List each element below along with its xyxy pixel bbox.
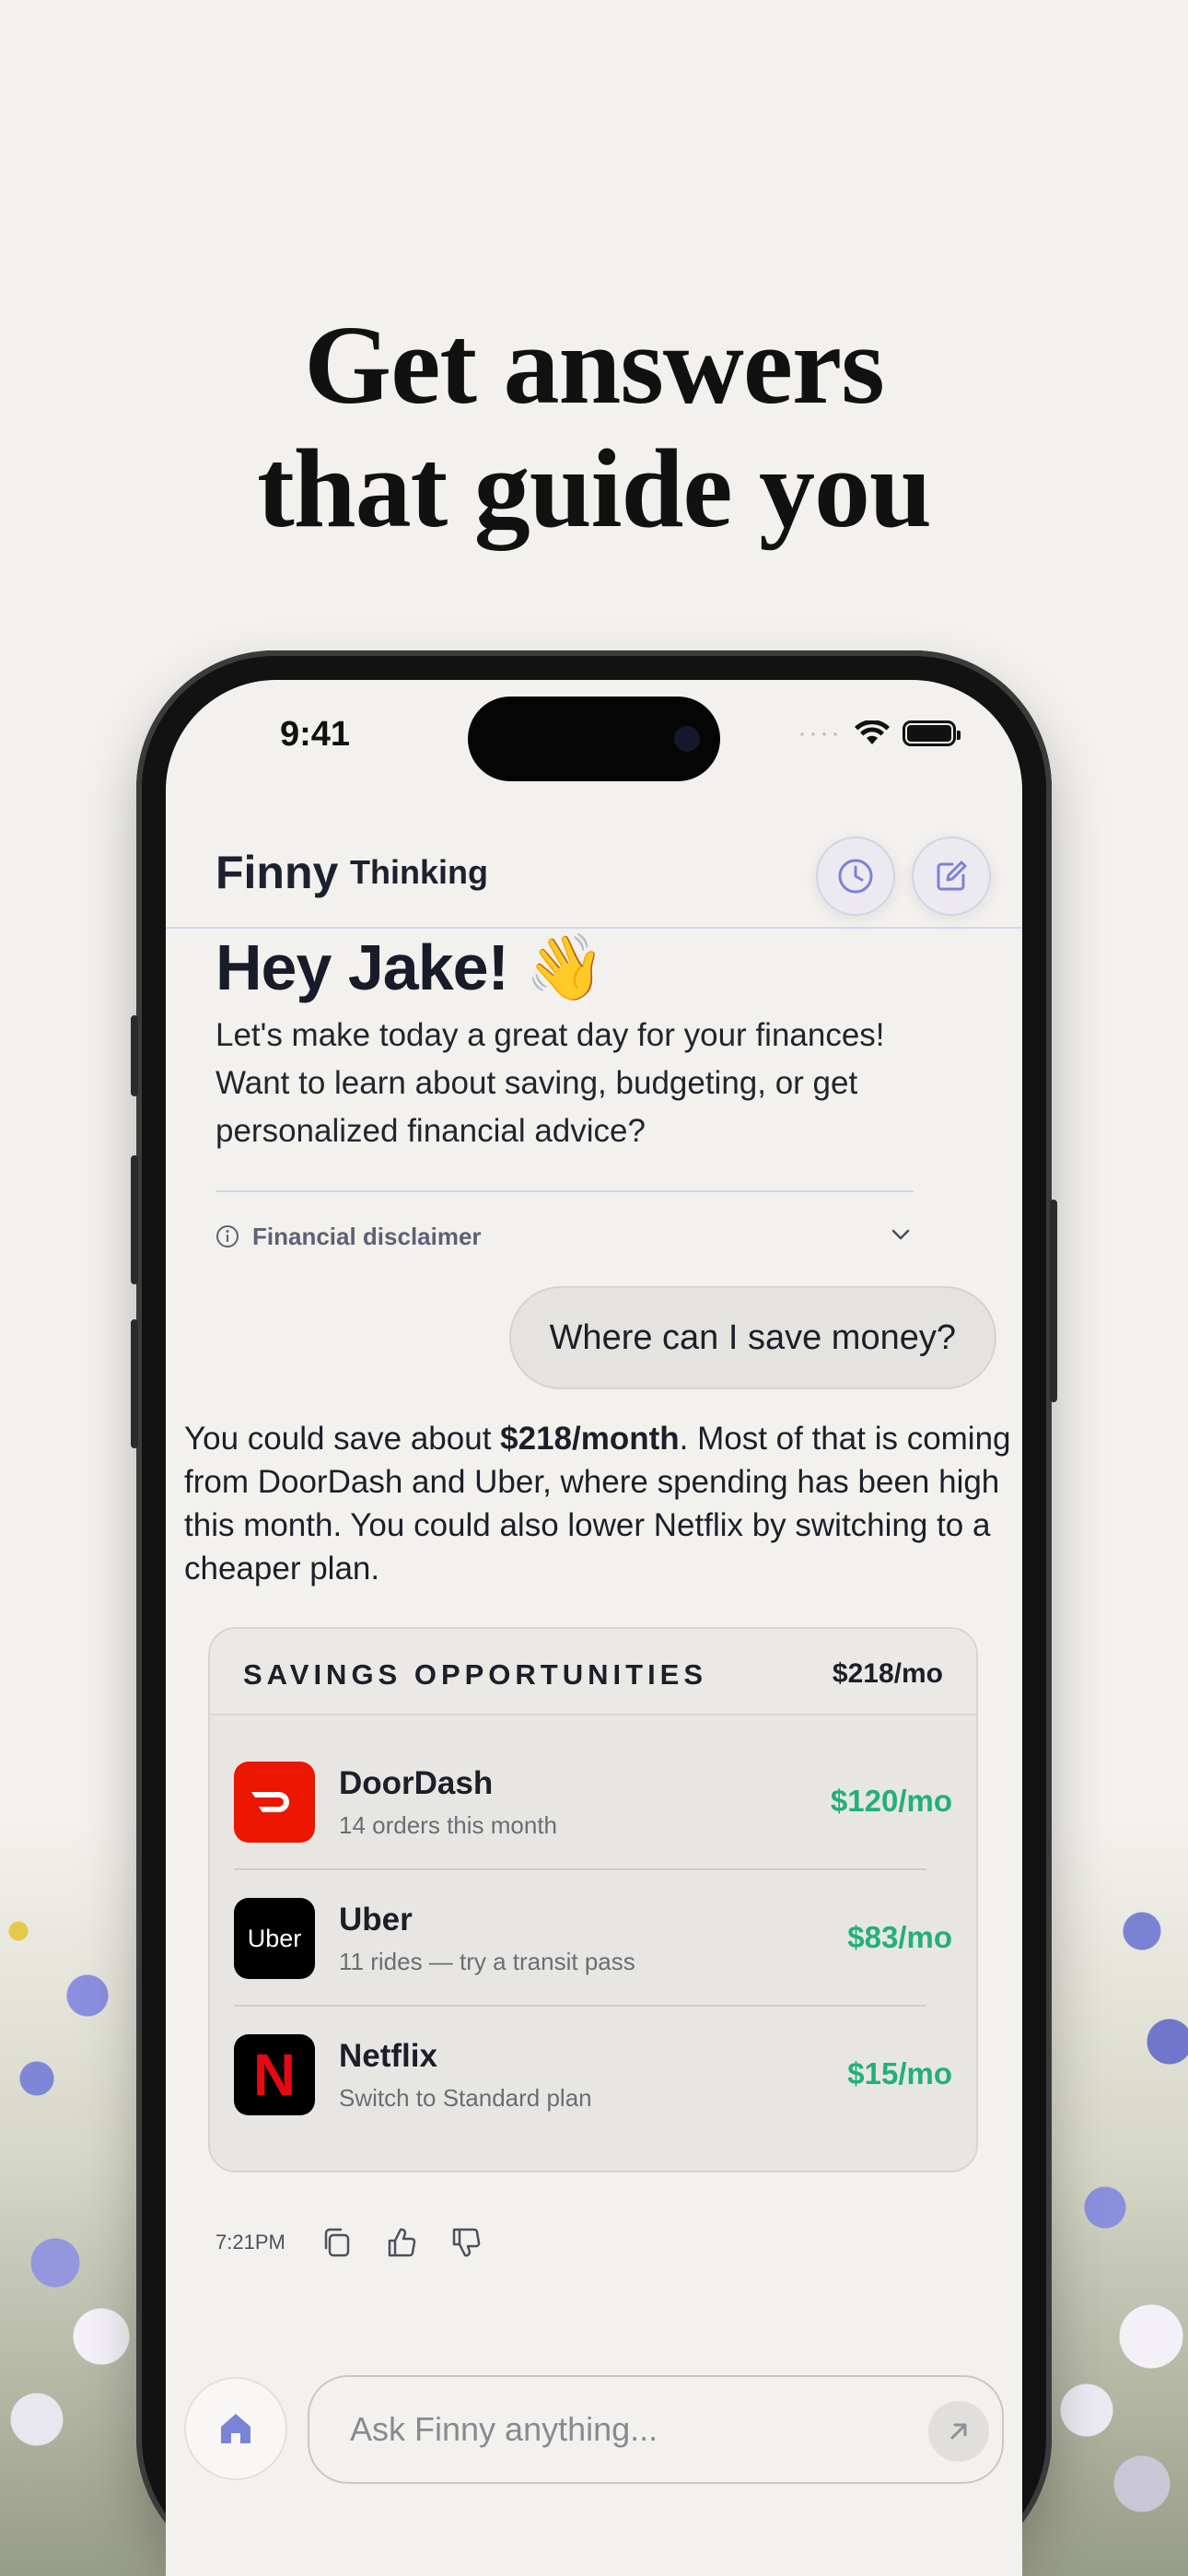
- intro-text: Let's make today a great day for your fi…: [215, 1017, 885, 1149]
- savings-item-name: DoorDash: [339, 1765, 494, 1801]
- savings-item-amount: $15/mo: [847, 2056, 952, 2090]
- thumbs-up-icon[interactable]: [383, 2224, 420, 2261]
- signal-icon: ····: [798, 718, 842, 748]
- savings-item-note: 14 orders this month: [339, 1811, 558, 1839]
- greeting-heading: Hey Jake! 👋: [215, 931, 606, 1003]
- savings-item-name: Uber: [339, 1902, 413, 1938]
- savings-item-note: 11 rides — try a transit pass: [339, 1948, 635, 1975]
- dynamic-island: [468, 697, 720, 781]
- status-time: 9:41: [280, 715, 351, 754]
- chevron-down-icon: [891, 1229, 910, 1240]
- thumbs-down-icon[interactable]: [448, 2224, 484, 2261]
- wifi-icon: [855, 720, 890, 744]
- compose-icon: [937, 861, 967, 891]
- uber-logo: Uber: [234, 1898, 315, 1979]
- savings-item-amount: $83/mo: [847, 1920, 952, 1954]
- financial-disclaimer-toggle[interactable]: Financial disclaimer: [215, 1218, 914, 1255]
- savings-item-name: Netflix: [339, 2038, 437, 2074]
- user-message-bubble: Where can I save money?: [508, 1286, 996, 1389]
- clock-icon: [838, 859, 873, 894]
- volume-down-button: [131, 1319, 138, 1448]
- headline-line-2: that guide you: [257, 427, 932, 551]
- message-composer: [308, 2375, 1004, 2484]
- camera-icon: [674, 726, 700, 752]
- savings-item-note: Switch to Standard plan: [339, 2084, 592, 2112]
- phone-screen: 9:41 ···· Finny Thinking Hey Jake! 👋 Let…: [166, 680, 1022, 2576]
- headline-line-1: Get answers: [304, 303, 884, 427]
- power-button: [1050, 1200, 1057, 1402]
- answer-text-start: You could save about: [184, 1421, 501, 1457]
- phone-frame: 9:41 ···· Finny Thinking Hey Jake! 👋 Let…: [131, 650, 1057, 2576]
- answer-highlight: $218/month: [500, 1421, 680, 1457]
- message-input[interactable]: [350, 2377, 866, 2482]
- home-icon: [221, 2414, 250, 2443]
- action-button: [131, 1015, 138, 1096]
- divider: [215, 1190, 914, 1192]
- savings-item-amount: $120/mo: [830, 1784, 952, 1818]
- savings-card: SAVINGS OPPORTUNITIES $218/mo DoorDash 1…: [208, 1627, 978, 2172]
- disclaimer-label: Financial disclaimer: [252, 1222, 482, 1250]
- new-chat-button[interactable]: [912, 837, 991, 916]
- model-mode-label[interactable]: Thinking: [350, 853, 488, 892]
- app-header: Finny Thinking: [166, 800, 1022, 929]
- doordash-logo: [234, 1762, 315, 1843]
- savings-item-uber[interactable]: Uber Uber 11 rides — try a transit pass …: [234, 1870, 952, 2007]
- savings-card-total: $218/mo: [832, 1658, 943, 1689]
- message-actions: 7:21PM: [215, 2224, 512, 2261]
- home-button[interactable]: [184, 2377, 287, 2480]
- app-title: Finny: [215, 847, 339, 898]
- volume-up-button: [131, 1155, 138, 1284]
- send-button[interactable]: [928, 2401, 989, 2462]
- battery-icon: [903, 720, 961, 746]
- status-icons: ····: [798, 718, 961, 748]
- message-timestamp: 7:21PM: [215, 2231, 285, 2254]
- send-arrow-icon: [950, 2423, 967, 2440]
- copy-icon[interactable]: [319, 2224, 355, 2261]
- netflix-logo: N: [234, 2034, 315, 2115]
- savings-card-title: SAVINGS OPPORTUNITIES: [243, 1658, 708, 1691]
- marketing-headline: Get answers that guide you: [0, 304, 1188, 551]
- savings-item-doordash[interactable]: DoorDash 14 orders this month $120/mo: [234, 1734, 952, 1870]
- info-icon: [216, 1225, 239, 1247]
- savings-item-netflix[interactable]: N Netflix Switch to Standard plan $15/mo: [234, 2007, 952, 2143]
- savings-card-header: SAVINGS OPPORTUNITIES $218/mo: [210, 1629, 976, 1715]
- history-button[interactable]: [816, 837, 895, 916]
- assistant-answer: You could save about $218/month. Most of…: [184, 1417, 1013, 1590]
